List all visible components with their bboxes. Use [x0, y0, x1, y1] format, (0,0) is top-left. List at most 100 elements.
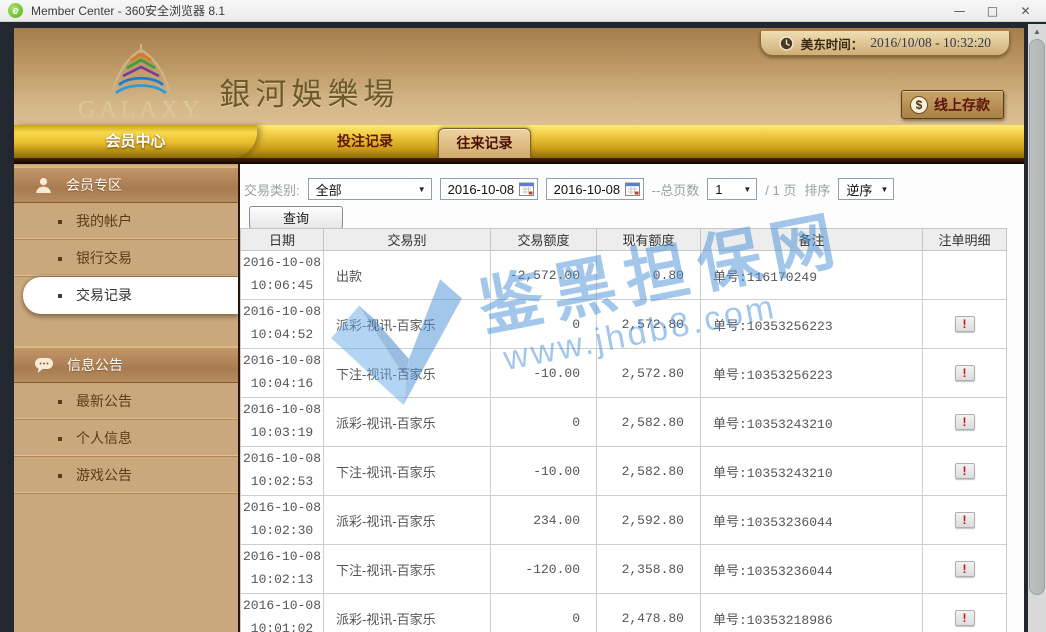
cell-date: 2016-10-0810:01:02	[241, 594, 324, 632]
cell-note: 单号:10353218986	[701, 594, 923, 632]
table-row: 2016-10-0810:04:52 派彩-视讯-百家乐 0 2,572.80 …	[241, 300, 1007, 349]
cell-type: 派彩-视讯-百家乐	[324, 594, 491, 632]
section-title: 信息公告	[67, 355, 123, 375]
cell-note: 单号:10353243210	[701, 447, 923, 496]
sidebar: 会员专区 我的帐户 银行交易 交易记录	[14, 164, 240, 632]
query-button[interactable]: 查询	[249, 206, 343, 229]
cell-note: 单号:10353236044	[701, 496, 923, 545]
sidebar-item-bank-transactions[interactable]: 银行交易	[14, 240, 238, 277]
cell-date: 2016-10-0810:04:52	[241, 300, 324, 349]
header-type: 交易别	[324, 229, 491, 251]
vertical-scrollbar[interactable]: ▲	[1028, 24, 1046, 632]
cell-detail: !	[923, 398, 1007, 447]
chevron-down-icon: ▼	[880, 185, 888, 194]
table-row: 2016-10-0810:06:45 出款 -2,572.00 0.80 单号:…	[241, 251, 1007, 300]
selected-page: 1	[715, 182, 722, 197]
detail-alert-icon[interactable]: !	[955, 365, 975, 381]
dollar-icon: $	[910, 96, 928, 114]
cell-amount: 0	[491, 594, 597, 632]
table-row: 2016-10-0810:02:53 下注-视讯-百家乐 -10.00 2,58…	[241, 447, 1007, 496]
brand-name-cn: 銀河娛樂場	[219, 69, 399, 122]
cell-detail: !	[923, 496, 1007, 545]
chevron-down-icon: ▼	[418, 185, 426, 194]
close-button[interactable]: ✕	[1009, 1, 1042, 21]
cell-balance: 2,582.80	[597, 447, 701, 496]
chevron-down-icon: ▼	[743, 185, 751, 194]
calendar-icon	[625, 182, 640, 196]
sidebar-section-announcements[interactable]: 信息公告	[14, 346, 238, 383]
cell-amount: -120.00	[491, 545, 597, 594]
maximize-button[interactable]: □	[976, 1, 1009, 21]
table-row: 2016-10-0810:02:13 下注-视讯-百家乐 -120.00 2,3…	[241, 545, 1007, 594]
minimize-button[interactable]: —	[943, 1, 976, 21]
header-detail: 注单明细	[923, 229, 1007, 251]
cell-amount: 0	[491, 398, 597, 447]
detail-alert-icon[interactable]: !	[955, 316, 975, 332]
detail-alert-icon[interactable]: !	[955, 414, 975, 430]
tab-bet-records[interactable]: 投注记录	[310, 125, 420, 158]
table-row: 2016-10-0810:02:30 派彩-视讯-百家乐 234.00 2,59…	[241, 496, 1007, 545]
scrollbar-thumb[interactable]	[1029, 39, 1045, 595]
cell-amount: -10.00	[491, 349, 597, 398]
sidebar-item-personal-messages[interactable]: 个人信息	[14, 420, 238, 457]
sidebar-item-game-announcements[interactable]: 游戏公告	[14, 457, 238, 494]
cell-note: 单号:10353236044	[701, 545, 923, 594]
cell-note: 单号:116170249	[701, 251, 923, 300]
cell-balance: 0.80	[597, 251, 701, 300]
cell-type: 下注-视讯-百家乐	[324, 349, 491, 398]
header-balance: 现有额度	[597, 229, 701, 251]
cell-type: 下注-视讯-百家乐	[324, 447, 491, 496]
total-pages-label: --总页数	[652, 180, 700, 199]
tab-transaction-records[interactable]: 往来记录	[438, 128, 531, 158]
main-content: 交易类别: 全部 ▼ 2016-10-08	[240, 164, 1024, 632]
cell-date: 2016-10-0810:04:16	[241, 349, 324, 398]
table-row: 2016-10-0810:04:16 下注-视讯-百家乐 -10.00 2,57…	[241, 349, 1007, 398]
galaxy-fountain-icon	[98, 42, 184, 96]
sidebar-section-member-zone[interactable]: 会员专区	[14, 166, 238, 203]
selected-sort: 逆序	[846, 180, 872, 199]
cell-type: 出款	[324, 251, 491, 300]
online-deposit-button[interactable]: $ 线上存款	[901, 90, 1004, 119]
cell-date: 2016-10-0810:02:13	[241, 545, 324, 594]
cell-type: 派彩-视讯-百家乐	[324, 398, 491, 447]
cell-type: 派彩-视讯-百家乐	[324, 300, 491, 349]
time-value: 2016/10/08 - 10:32:20	[870, 35, 991, 51]
cell-date: 2016-10-0810:02:30	[241, 496, 324, 545]
cell-note: 单号:10353256223	[701, 300, 923, 349]
page-select[interactable]: 1 ▼	[707, 178, 757, 200]
sort-select[interactable]: 逆序 ▼	[838, 178, 894, 200]
cell-type: 下注-视讯-百家乐	[324, 545, 491, 594]
calendar-icon	[519, 182, 534, 196]
server-time: 美东时间： 2016/10/08 - 10:32:20	[760, 31, 1010, 56]
date-to-input[interactable]: 2016-10-08	[546, 178, 644, 200]
date-to-value: 2016-10-08	[554, 182, 621, 197]
cell-detail: !	[923, 545, 1007, 594]
sort-label: 排序	[804, 180, 830, 199]
brand-name-en: GALAXY	[78, 98, 203, 122]
cell-balance: 2,358.80	[597, 545, 701, 594]
detail-alert-icon[interactable]: !	[955, 512, 975, 528]
transaction-type-select[interactable]: 全部 ▼	[308, 178, 432, 200]
detail-alert-icon[interactable]: !	[955, 610, 975, 626]
page-background: 美东时间： 2016/10/08 - 10:32:20	[0, 22, 1046, 632]
sidebar-item-transaction-records[interactable]: 交易记录	[23, 277, 238, 314]
cell-balance: 2,572.80	[597, 349, 701, 398]
site-header: 美东时间： 2016/10/08 - 10:32:20	[14, 28, 1024, 125]
main-navbar: 会员中心 投注记录 往来记录	[14, 125, 1024, 158]
browser-icon: e	[8, 3, 23, 18]
detail-alert-icon[interactable]: !	[955, 463, 975, 479]
detail-alert-icon[interactable]: !	[955, 561, 975, 577]
brand-logo: GALAXY 銀河娛樂場	[78, 42, 399, 122]
sidebar-item-my-account[interactable]: 我的帐户	[14, 203, 238, 240]
browser-window: e Member Center - 360安全浏览器 8.1 — □ ✕ 美东时…	[0, 0, 1046, 632]
scroll-up-arrow[interactable]: ▲	[1028, 24, 1046, 39]
user-icon	[34, 176, 53, 195]
sidebar-item-latest-announcements[interactable]: 最新公告	[14, 383, 238, 420]
clock-icon	[779, 36, 794, 51]
member-center-tab[interactable]: 会员中心	[14, 125, 257, 158]
cell-detail: !	[923, 447, 1007, 496]
date-from-input[interactable]: 2016-10-08	[440, 178, 538, 200]
filter-toolbar: 交易类别: 全部 ▼ 2016-10-08	[244, 178, 894, 200]
transaction-type-label: 交易类别:	[244, 180, 300, 199]
cell-note: 单号:10353256223	[701, 349, 923, 398]
